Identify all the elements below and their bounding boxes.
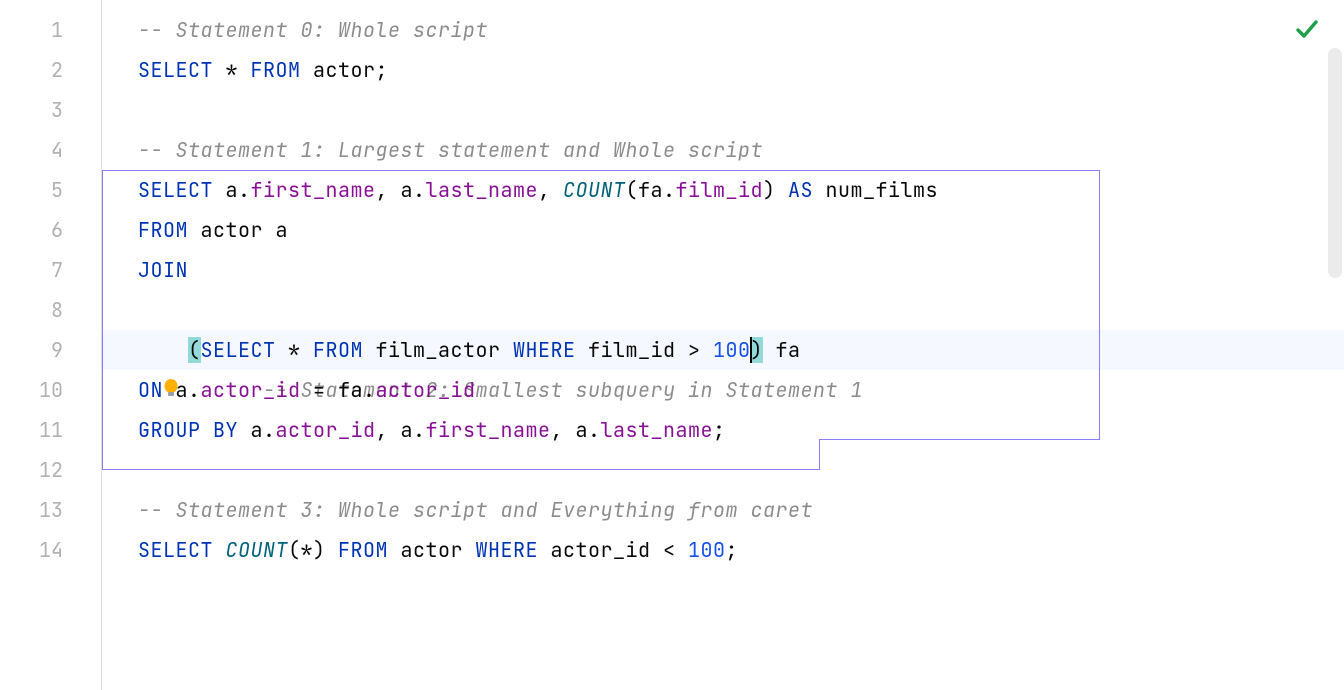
- comment: -- Statement 3: Whole script and Everyth…: [138, 497, 813, 523]
- line-number: 7: [0, 250, 101, 290]
- code-line[interactable]: -- Statement 3: Whole script and Everyth…: [138, 490, 1344, 530]
- line-number: 8: [0, 290, 101, 330]
- line-number: 1: [0, 10, 101, 50]
- code-line[interactable]: SELECT * FROM actor;: [138, 50, 1344, 90]
- code-line[interactable]: [138, 90, 1344, 130]
- line-number: 13: [0, 490, 101, 530]
- code-line[interactable]: JOIN: [138, 250, 1344, 290]
- line-number: 10: [0, 370, 101, 410]
- scrollbar-thumb[interactable]: [1328, 48, 1342, 278]
- line-number: 11: [0, 410, 101, 450]
- code-line[interactable]: [138, 450, 1344, 490]
- gutter: 1 2 3 4 5 6 7 8 9 10 11 12 13 14: [0, 0, 102, 690]
- comment: -- Statement 1: Largest statement and Wh…: [138, 137, 763, 163]
- line-number: 3: [0, 90, 101, 130]
- code-area[interactable]: -- Statement 0: Whole script SELECT * FR…: [102, 0, 1344, 690]
- code-line[interactable]: GROUP BY a.actor_id, a.first_name, a.las…: [138, 410, 1344, 450]
- code-line[interactable]: -- Statement 1: Largest statement and Wh…: [138, 130, 1344, 170]
- analysis-ok-icon[interactable]: [1294, 16, 1320, 48]
- line-number: 4: [0, 130, 101, 170]
- code-editor[interactable]: 1 2 3 4 5 6 7 8 9 10 11 12 13 14 -- Stat…: [0, 0, 1344, 690]
- line-number: 5: [0, 170, 101, 210]
- bracket-match: ): [751, 337, 764, 363]
- code-line[interactable]: -- Statement 2: Smallest subquery in Sta…: [138, 290, 1344, 330]
- line-number: 9: [0, 330, 101, 370]
- intention-bulb-icon[interactable]: [162, 298, 182, 322]
- line-number: 12: [0, 450, 101, 490]
- code-line[interactable]: SELECT COUNT(*) FROM actor WHERE actor_i…: [138, 530, 1344, 570]
- line-number: 2: [0, 50, 101, 90]
- code-line-current[interactable]: (SELECT * FROM film_actor WHERE film_id …: [138, 330, 1344, 370]
- line-number: 6: [0, 210, 101, 250]
- code-line[interactable]: SELECT a.first_name, a.last_name, COUNT(…: [138, 170, 1344, 210]
- comment: -- Statement 0: Whole script: [138, 17, 488, 43]
- code-line[interactable]: FROM actor a: [138, 210, 1344, 250]
- code-line[interactable]: ON a.actor_id = fa.actor_id: [138, 370, 1344, 410]
- code-line[interactable]: -- Statement 0: Whole script: [138, 10, 1344, 50]
- text-caret: [750, 337, 752, 363]
- line-number: 14: [0, 530, 101, 570]
